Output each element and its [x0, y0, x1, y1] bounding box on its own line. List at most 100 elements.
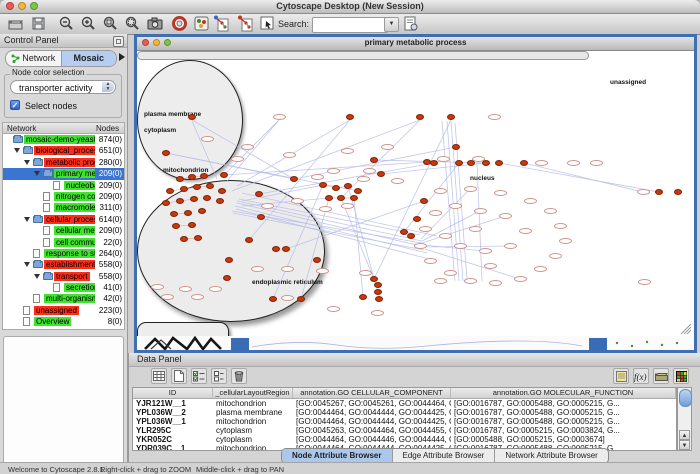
network-node[interactable] — [179, 286, 192, 292]
table-row[interactable]: YPL036W__2plasma membrane[GO:0044464, GO… — [133, 408, 676, 417]
network-node-selected[interactable] — [176, 198, 184, 204]
network-node-selected[interactable] — [332, 185, 340, 191]
tree-row[interactable]: unassigned223(0) — [3, 305, 124, 316]
network-node[interactable] — [499, 213, 512, 219]
network-node[interactable] — [544, 208, 557, 214]
network-node[interactable] — [327, 306, 340, 312]
create-attribute-button[interactable] — [171, 368, 187, 384]
table-cell[interactable]: [GO:0016787, GO:0005488, GO:0005215, G..… — [451, 408, 676, 417]
network-node[interactable] — [414, 243, 427, 249]
tree-row[interactable]: multi-organism pro42(0) — [3, 293, 124, 304]
table-cell[interactable]: YPL036W__2 — [133, 408, 213, 417]
network-node-selected[interactable] — [407, 233, 415, 239]
scroll-up-button[interactable]: ▲ — [679, 430, 690, 440]
table-column-header[interactable]: annotation.GO CELLULAR_COMPONENT — [293, 388, 451, 398]
zoom-in-icon[interactable] — [79, 15, 97, 32]
expander-icon[interactable] — [24, 217, 30, 222]
network-node-selected[interactable] — [313, 257, 321, 263]
network-node[interactable] — [469, 226, 482, 232]
tree-row[interactable]: primary metabo209(0) — [3, 168, 124, 179]
network-node[interactable] — [363, 168, 376, 174]
table-cell[interactable]: YDR039C__1 — [133, 444, 213, 452]
select-nodes-checkbox[interactable]: ✓ — [10, 100, 20, 110]
network-node-selected[interactable] — [180, 236, 188, 242]
save-session-button[interactable] — [29, 15, 47, 32]
table-cell[interactable]: [GO:0016787, GO:0005215, GO:0003824, G..… — [451, 426, 676, 435]
search-dropdown-button[interactable]: ▼ — [384, 17, 399, 32]
attribute-browser-tab[interactable]: Network Attribute Browser — [495, 449, 607, 463]
network-node-selected[interactable] — [325, 195, 333, 201]
network-node-selected[interactable] — [269, 296, 277, 302]
network-node-selected[interactable] — [184, 210, 192, 216]
network-node[interactable] — [519, 228, 532, 234]
network-node-selected[interactable] — [162, 150, 170, 156]
network-node[interactable] — [567, 160, 580, 166]
network-node-selected[interactable] — [200, 173, 208, 179]
network-node-selected[interactable] — [282, 246, 290, 252]
table-cell[interactable]: plasma membrane — [213, 408, 293, 417]
tab-mosaic[interactable]: Mosaic — [61, 51, 117, 66]
network-node[interactable] — [504, 243, 517, 249]
network-node[interactable] — [251, 266, 264, 272]
import-attributes-icon[interactable] — [402, 15, 420, 32]
network-node-selected[interactable] — [216, 198, 224, 204]
network-node[interactable] — [638, 279, 651, 285]
network-node[interactable] — [261, 203, 274, 209]
network-node-selected[interactable] — [350, 195, 358, 201]
network-node[interactable] — [429, 210, 442, 216]
zoom-selected-icon[interactable] — [101, 15, 119, 32]
network-node-selected[interactable] — [447, 114, 455, 120]
tree-row[interactable]: nucleobase-209(0) — [3, 180, 124, 191]
network-node[interactable] — [327, 168, 340, 174]
network-node[interactable] — [590, 160, 603, 166]
network-node[interactable] — [359, 270, 372, 276]
attribute-browser-tab[interactable]: Node Attribute Browser — [282, 449, 393, 463]
network-node-selected[interactable] — [413, 216, 421, 222]
network-node-selected[interactable] — [452, 144, 460, 150]
network-node[interactable] — [241, 144, 254, 150]
scrollbar-thumb[interactable] — [679, 389, 692, 407]
table-cell[interactable]: YJR121W__1 — [133, 399, 213, 408]
tree-row[interactable]: response to stimulu264(0) — [3, 248, 124, 259]
network-node[interactable] — [281, 266, 294, 272]
help-lifering-icon[interactable] — [170, 15, 188, 32]
table-row[interactable]: YLR295Ccytoplasm[GO:0045263, GO:0044464,… — [133, 426, 676, 435]
network-node-selected[interactable] — [255, 191, 263, 197]
table-cell[interactable]: mitochondrion — [213, 417, 293, 426]
network-node[interactable] — [488, 114, 501, 120]
network-node[interactable] — [341, 203, 354, 209]
network-node-selected[interactable] — [430, 160, 438, 166]
expander-icon[interactable] — [34, 274, 40, 279]
import-network-icon[interactable] — [212, 15, 230, 32]
table-cell[interactable]: [GO:0045263, GO:0044464, GO:0044455, G..… — [293, 426, 451, 435]
import-network-file-icon[interactable] — [236, 15, 254, 32]
network-node-selected[interactable] — [220, 172, 228, 178]
heatmap-button[interactable] — [673, 368, 689, 384]
network-node[interactable] — [311, 174, 324, 180]
network-node-selected[interactable] — [297, 296, 305, 302]
network-node[interactable] — [534, 266, 547, 272]
network-node[interactable] — [319, 206, 332, 212]
network-node-selected[interactable] — [170, 211, 178, 217]
select-attributes-button[interactable] — [151, 368, 167, 384]
network-node[interactable] — [454, 243, 467, 249]
network-node[interactable] — [464, 186, 477, 192]
network-node-selected[interactable] — [290, 176, 298, 182]
table-column-header[interactable]: _cellularLayoutRegion — [213, 388, 293, 398]
network-node[interactable] — [559, 238, 572, 244]
network-node-selected[interactable] — [416, 114, 424, 120]
network-node[interactable] — [535, 160, 548, 166]
tree-row[interactable]: cellular metabo209(0) — [3, 225, 124, 236]
network-node-selected[interactable] — [188, 222, 196, 228]
network-node[interactable] — [341, 148, 354, 154]
tree-row[interactable]: transport558(0) — [3, 271, 124, 282]
network-node[interactable] — [637, 189, 650, 195]
network-node[interactable] — [479, 248, 492, 254]
table-cell[interactable]: cytoplasm — [213, 435, 293, 444]
network-node-selected[interactable] — [655, 189, 663, 195]
network-node-selected[interactable] — [272, 246, 280, 252]
network-node[interactable] — [357, 176, 370, 182]
network-node[interactable] — [371, 310, 384, 316]
table-row[interactable]: YPL036W__1mitochondrion[GO:0044464, GO:0… — [133, 417, 676, 426]
network-node[interactable] — [444, 270, 457, 276]
